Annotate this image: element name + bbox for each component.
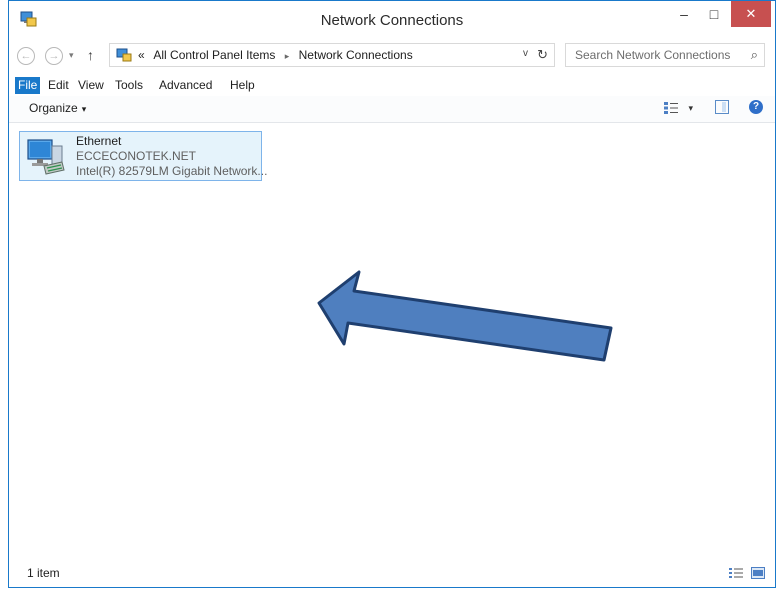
organize-label: Organize	[29, 101, 78, 115]
forward-button[interactable]: →	[45, 47, 63, 65]
menu-tools[interactable]: Tools	[112, 77, 146, 94]
explorer-window: Network Connections – □ ✕ ← → ▾ ↑ « All …	[8, 0, 776, 588]
menu-advanced[interactable]: Advanced	[156, 77, 215, 94]
organize-chevron-down-icon: ▾	[81, 104, 87, 114]
breadcrumb-overflow[interactable]: «	[138, 48, 145, 62]
connection-network: ECCECONOTEK.NET	[76, 149, 197, 163]
breadcrumb: « All Control Panel Items ▸ Network Conn…	[138, 48, 419, 62]
recent-locations-chevron-icon[interactable]: ▾	[69, 50, 74, 61]
command-bar: Organize ▾ ▾ ?	[9, 96, 775, 123]
menu-help[interactable]: Help	[227, 77, 258, 94]
preview-pane-icon[interactable]	[715, 100, 729, 114]
address-bar[interactable]: « All Control Panel Items ▸ Network Conn…	[109, 43, 555, 67]
breadcrumb-separator-icon[interactable]: ▸	[285, 51, 290, 61]
maximize-button[interactable]: □	[699, 1, 729, 27]
minimize-button[interactable]: –	[669, 1, 699, 27]
refresh-icon[interactable]: ↻	[537, 47, 548, 63]
connection-item-ethernet[interactable]: Ethernet ECCECONOTEK.NET Intel(R) 82579L…	[19, 131, 267, 181]
change-view-icon[interactable]	[663, 101, 679, 115]
search-placeholder: Search Network Connections	[575, 48, 731, 62]
breadcrumb-network-connections[interactable]: Network Connections	[299, 48, 413, 62]
organize-button[interactable]: Organize ▾	[29, 101, 86, 115]
breadcrumb-all-control-panel-items[interactable]: All Control Panel Items	[153, 48, 275, 62]
item-count: 1 item	[27, 566, 60, 580]
menu-edit[interactable]: Edit	[45, 77, 72, 94]
status-bar: 1 item	[9, 561, 775, 587]
annotation-arrow-icon	[317, 270, 613, 362]
close-button[interactable]: ✕	[731, 1, 771, 27]
back-button[interactable]: ←	[17, 47, 35, 65]
up-arrow-icon[interactable]: ↑	[87, 47, 94, 63]
view-options-chevron-down-icon[interactable]: ▾	[688, 103, 693, 114]
menu-view[interactable]: View	[75, 77, 107, 94]
tiles-view-icon[interactable]	[751, 567, 765, 579]
navigation-bar: ← → ▾ ↑ « All Control Panel Items ▸ Netw…	[9, 39, 775, 73]
search-input[interactable]: Search Network Connections ⌕	[565, 43, 765, 67]
items-view: Ethernet ECCECONOTEK.NET Intel(R) 82579L…	[9, 123, 775, 561]
menu-file[interactable]: File	[15, 77, 41, 94]
search-icon[interactable]: ⌕	[751, 47, 758, 63]
network-adapter-icon	[27, 139, 65, 175]
control-panel-icon	[116, 48, 132, 62]
window-title: Network Connections	[320, 12, 464, 29]
details-view-icon[interactable]	[729, 567, 743, 579]
title-bar[interactable]: Network Connections – □ ✕	[9, 1, 775, 39]
address-dropdown-icon[interactable]: v	[523, 48, 528, 59]
menu-bar: File Edit View Tools Advanced Help	[9, 75, 775, 95]
help-icon[interactable]: ?	[749, 100, 763, 114]
connection-device: Intel(R) 82579LM Gigabit Network...	[76, 164, 268, 178]
connection-name: Ethernet	[76, 134, 122, 148]
